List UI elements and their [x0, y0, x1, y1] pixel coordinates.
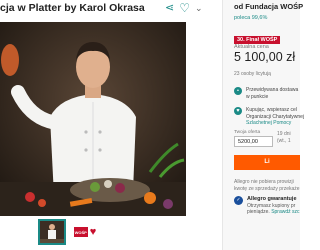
wosp-logo-box: WOŚP	[73, 227, 88, 237]
bid-button[interactable]: Li	[234, 155, 300, 170]
charity-text-line1: Kupując, wspierasz cel	[246, 107, 297, 113]
current-price: 5 100,00 zł	[234, 50, 296, 64]
seller-rating[interactable]: poleca 99,6%	[234, 15, 267, 21]
truck-icon: •	[234, 87, 242, 95]
charity-link[interactable]: Szlachetnej Pomocy	[246, 120, 304, 127]
time-left-line1: 19 dni	[277, 131, 291, 137]
guarantee-line2-wrap: pieniądze. Sprawdź szc	[247, 209, 300, 216]
header-actions: ⋖ ♡ ⌄	[165, 1, 203, 15]
chef-photo-illustration	[0, 22, 186, 216]
thumbnail-chef-image	[40, 221, 64, 243]
allegro-guarantee: ✓ Allegro gwarantuje Otrzymasz kupiony p…	[234, 196, 300, 216]
heart-charity-icon: ♥	[234, 107, 242, 115]
wosp-heart-icon: ♥	[89, 225, 97, 238]
charity-info: ♥ Kupując, wspierasz cel Organizacji Cha…	[234, 107, 304, 127]
bid-amount-input[interactable]	[234, 136, 273, 147]
wosp-badge: 30. Finał WOŚP	[234, 36, 281, 44]
chevron-down-icon[interactable]: ⌄	[195, 1, 203, 15]
bid-label: Twoja oferta	[234, 130, 261, 135]
guarantee-title: Allegro gwarantuje	[247, 196, 297, 202]
delivery-text-line1: Przewidywana dostawa	[246, 87, 299, 93]
share-icon[interactable]: ⋖	[165, 1, 174, 15]
thumbnail-chef[interactable]	[38, 219, 66, 245]
commission-note-line2: kwotę ze sprzedaży przekaże	[234, 185, 300, 192]
bidders-count[interactable]: 23 osoby licytują	[234, 71, 271, 77]
heart-icon[interactable]: ♡	[179, 1, 190, 15]
commission-note-line1: Allegro nie pobiera prowizji	[234, 179, 294, 185]
auction-time-left: 19 dni (wt., 1	[277, 131, 291, 145]
shield-icon: ✓	[234, 196, 243, 205]
guarantee-details-link[interactable]: Sprawdź szc	[271, 209, 299, 215]
time-left-line2: (wt., 1	[277, 138, 291, 144]
thumbnail-wosp-logo[interactable]: WOŚP ♥	[70, 219, 100, 245]
delivery-text: Przewidywana dostawa w punkcie	[246, 87, 298, 100]
guarantee-line2: pieniądze.	[247, 209, 270, 215]
product-photo[interactable]	[0, 22, 186, 216]
thumbnail-strip: WOŚP ♥	[38, 219, 100, 245]
commission-note: Allegro nie pobiera prowizji kwotę ze sp…	[234, 179, 300, 192]
offer-title: cja w Platter by Karol Okrasa	[0, 2, 145, 14]
delivery-text-line2: w punkcie	[246, 93, 269, 100]
charity-text: Kupując, wspierasz cel Organizacji Chary…	[246, 107, 304, 127]
delivery-info: • Przewidywana dostawa w punkcie	[234, 87, 298, 100]
guarantee-text: Allegro gwarantuje Otrzymasz kupiony pr …	[247, 196, 300, 216]
seller-name[interactable]: od Fundacja WOŚP	[234, 2, 303, 11]
